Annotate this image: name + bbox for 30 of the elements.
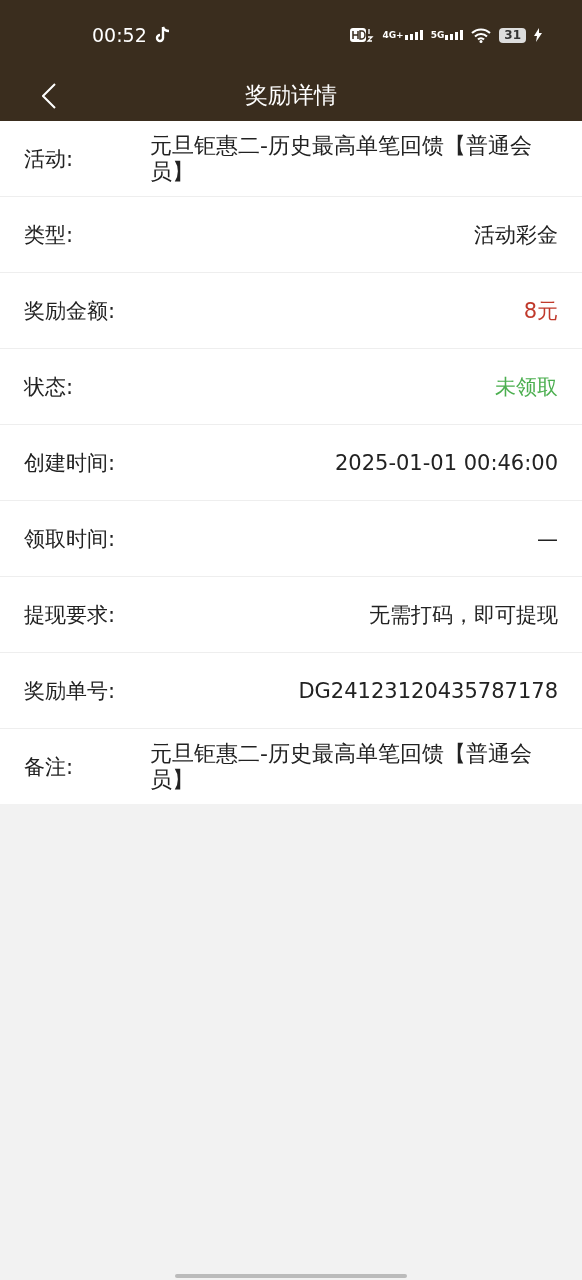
field-value: 2025-01-01 00:46:00: [333, 450, 558, 475]
network-label: 4G+: [382, 30, 404, 40]
network-label: 5G: [430, 30, 445, 40]
signal-icon: [445, 30, 464, 40]
charging-icon: [534, 28, 542, 42]
field-value: 8元: [522, 297, 558, 325]
page-title: 奖励详情: [245, 82, 337, 108]
field-value: 元旦钜惠二-历史最高单笔回馈【普通会员】: [150, 740, 533, 793]
hd-icon: [350, 27, 375, 43]
signal-icon: [404, 30, 423, 40]
field-label: 活动:: [24, 145, 75, 173]
field-value: 活动彩金: [473, 221, 558, 249]
field-value: 无需打码，即可提现: [368, 601, 558, 629]
field-label: 奖励单号:: [24, 677, 117, 705]
status-time: 00:52: [92, 24, 147, 46]
music-note-icon: [154, 26, 171, 44]
wifi-icon: [471, 27, 492, 43]
field-label: 备注:: [24, 753, 75, 781]
field-label: 提现要求:: [24, 601, 117, 629]
field-value: DG24123120435787178: [297, 678, 558, 703]
field-value: 未领取: [494, 373, 558, 401]
field-label: 领取时间:: [24, 525, 117, 553]
field-label: 创建时间:: [24, 449, 117, 477]
field-label: 类型:: [24, 221, 75, 249]
battery-level: 31: [499, 27, 526, 43]
field-label: 状态:: [24, 373, 75, 401]
field-value: 元旦钜惠二-历史最高单笔回馈【普通会员】: [150, 132, 533, 185]
back-icon: [42, 82, 56, 109]
field-label: 奖励金额:: [24, 297, 117, 325]
field-value: —: [536, 526, 558, 551]
